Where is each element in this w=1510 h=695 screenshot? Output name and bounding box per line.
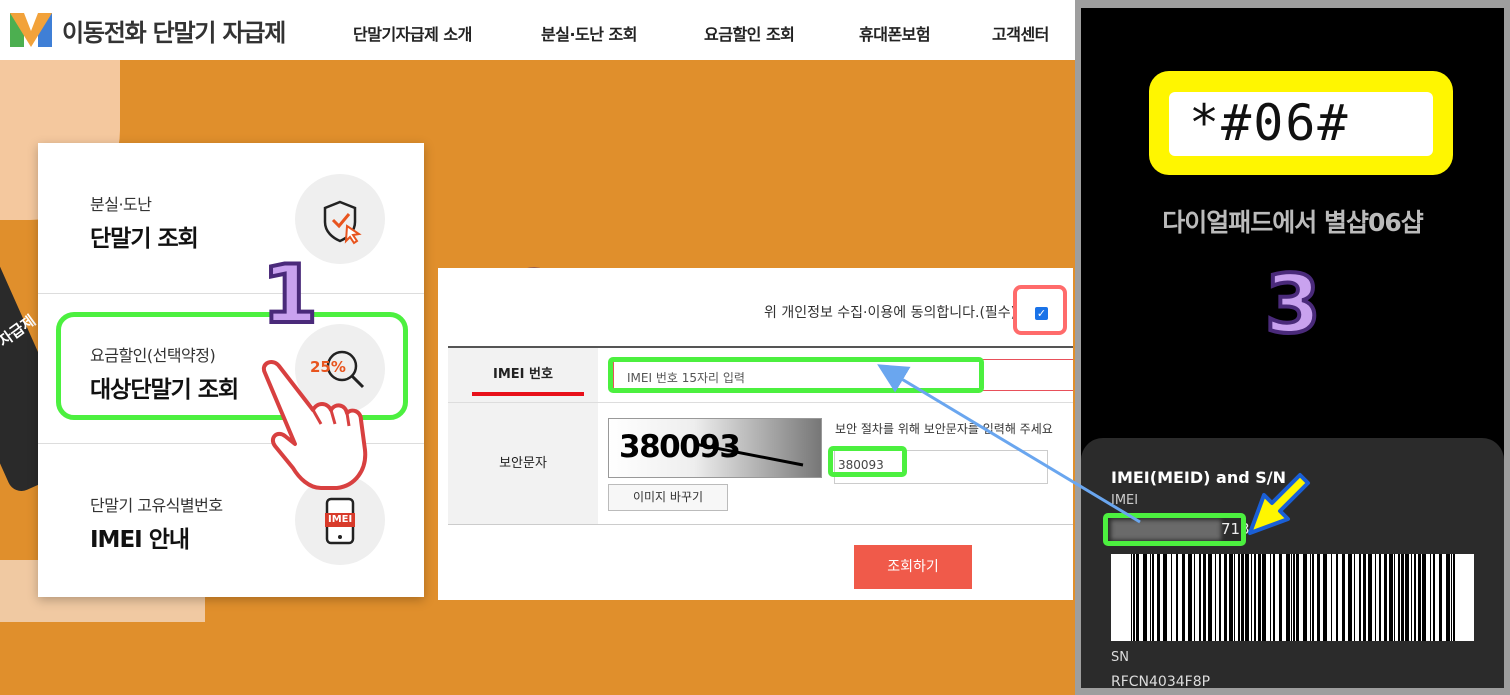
blue-arrow-icon (877, 364, 1141, 524)
